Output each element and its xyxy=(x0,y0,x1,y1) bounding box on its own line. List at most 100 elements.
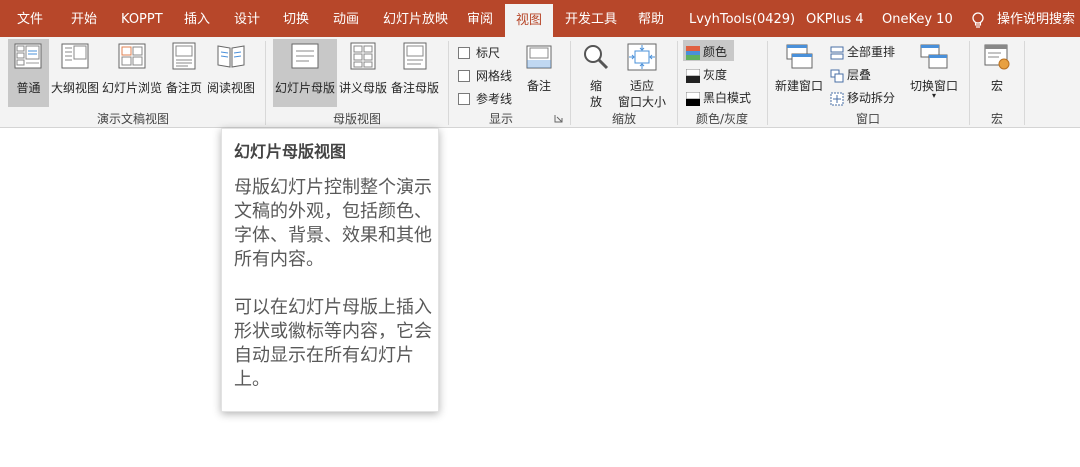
tab-transitions[interactable]: 切换 xyxy=(283,0,309,37)
handout-master-button[interactable]: 讲义母版 xyxy=(338,39,388,107)
gridlines-checkbox-box[interactable] xyxy=(458,70,470,82)
new-window-button[interactable]: 新建窗口 xyxy=(773,39,825,107)
ribbon: 普通 大纲视图 幻灯片浏览 备注页 阅读视图 演示文稿视图 幻灯片母版 讲义母版… xyxy=(0,37,1080,128)
arrange-all-icon xyxy=(830,46,844,60)
group-separator xyxy=(265,41,266,125)
ruler-label: 标尺 xyxy=(476,46,501,60)
tab-view[interactable]: 视图 xyxy=(505,4,554,37)
notes-master-label: 备注母版 xyxy=(390,81,439,95)
ruler-checkbox[interactable]: 标尺 xyxy=(458,44,500,61)
macros-group-label: 宏 xyxy=(990,112,1003,126)
macros-label: 宏 xyxy=(990,79,1003,93)
new-window-label: 新建窗口 xyxy=(774,79,823,93)
notes-master-button[interactable]: 备注母版 xyxy=(389,39,441,107)
fit-label-line1: 适应 xyxy=(629,79,654,93)
slide-master-icon xyxy=(291,43,319,69)
grayscale-option-label: 灰度 xyxy=(703,68,728,82)
notes-page-icon xyxy=(172,42,196,70)
outline-view-button[interactable]: 大纲视图 xyxy=(50,39,100,107)
normal-view-icon xyxy=(14,43,42,69)
tab-design[interactable]: 设计 xyxy=(234,0,260,37)
zoom-label-line2: 放 xyxy=(589,95,602,109)
master-views-group-label: 母版视图 xyxy=(332,112,381,126)
fit-to-window-icon xyxy=(627,43,657,71)
guides-label: 参考线 xyxy=(476,92,513,106)
notes-icon xyxy=(526,45,552,69)
slide-master-tooltip: 幻灯片母版视图 母版幻灯片控制整个演示文稿的外观，包括颜色、字体、背景、效果和其… xyxy=(221,128,439,412)
reading-view-button[interactable]: 阅读视图 xyxy=(205,39,257,107)
group-separator xyxy=(1024,41,1025,125)
ribbon-tab-bar: 文件 开始 KOPPT 插入 设计 切换 动画 幻灯片放映 审阅 视图 开发工具… xyxy=(0,0,1080,37)
notes-master-icon xyxy=(403,42,427,70)
zoom-button[interactable]: 缩 放 xyxy=(578,39,614,109)
tab-animations[interactable]: 动画 xyxy=(333,0,359,37)
slide-sorter-button[interactable]: 幻灯片浏览 xyxy=(101,39,163,107)
reading-view-icon xyxy=(217,45,245,68)
window-group-label: 窗口 xyxy=(855,112,880,126)
normal-view-button[interactable]: 普通 xyxy=(8,39,49,107)
gridlines-checkbox[interactable]: 网格线 xyxy=(458,67,512,84)
guides-checkbox-box[interactable] xyxy=(458,93,470,105)
guides-checkbox[interactable]: 参考线 xyxy=(458,90,512,107)
notes-button[interactable]: 备注 xyxy=(522,39,556,107)
slide-master-label: 幻灯片母版 xyxy=(274,81,335,95)
dialog-launcher-icon[interactable] xyxy=(554,114,563,123)
tab-koppt[interactable]: KOPPT xyxy=(121,0,163,37)
group-separator xyxy=(767,41,768,125)
zoom-group-label: 缩放 xyxy=(611,112,636,126)
black-white-swatch-icon xyxy=(685,91,701,106)
switch-windows-icon xyxy=(920,44,948,69)
switch-windows-button[interactable]: 切换窗口 ▾ xyxy=(906,39,962,107)
cascade-button[interactable]: 层叠 xyxy=(830,66,871,83)
move-split-button[interactable]: 移动拆分 xyxy=(830,89,895,106)
outline-view-label: 大纲视图 xyxy=(50,81,99,95)
black-white-option-label: 黑白模式 xyxy=(703,91,752,105)
lightbulb-icon[interactable] xyxy=(970,11,986,29)
tab-review[interactable]: 审阅 xyxy=(467,0,493,37)
handout-master-icon xyxy=(350,42,376,70)
ruler-checkbox-box[interactable] xyxy=(458,47,470,59)
grayscale-option-button[interactable]: 灰度 xyxy=(685,66,728,83)
notes-page-label: 备注页 xyxy=(165,81,202,95)
zoom-label-line1: 缩 xyxy=(589,79,602,93)
outline-view-icon xyxy=(61,43,89,69)
color-group-label: 颜色/灰度 xyxy=(695,112,749,126)
tab-help[interactable]: 帮助 xyxy=(638,0,664,37)
tab-file[interactable]: 文件 xyxy=(17,0,43,37)
tab-lvyhtools[interactable]: LvyhTools(0429) xyxy=(689,0,795,37)
slide-master-button[interactable]: 幻灯片母版 xyxy=(273,39,337,107)
color-option-button[interactable]: 颜色 xyxy=(683,40,734,61)
arrange-all-label: 全部重排 xyxy=(847,45,896,59)
handout-master-label: 讲义母版 xyxy=(338,81,387,95)
reading-view-label: 阅读视图 xyxy=(206,81,255,95)
grayscale-swatch-icon xyxy=(685,68,701,83)
arrange-all-button[interactable]: 全部重排 xyxy=(830,43,895,60)
macros-button[interactable]: 宏 xyxy=(977,39,1017,107)
tab-slideshow[interactable]: 幻灯片放映 xyxy=(383,0,448,37)
presentation-views-group-label: 演示文稿视图 xyxy=(96,112,169,126)
tooltip-paragraph-2: 可以在幻灯片母版上插入形状或徽标等内容，它会自动显示在所有幻灯片上。 xyxy=(234,297,432,390)
show-group-label: 显示 xyxy=(488,112,513,126)
tab-onekey[interactable]: OneKey 10 xyxy=(882,0,953,37)
group-separator xyxy=(969,41,970,125)
magnifier-icon xyxy=(584,45,609,70)
color-swatch-icon xyxy=(686,46,700,60)
move-split-label: 移动拆分 xyxy=(847,91,896,105)
notes-page-button[interactable]: 备注页 xyxy=(164,39,204,107)
color-option-label: 颜色 xyxy=(703,45,728,59)
cascade-label: 层叠 xyxy=(847,68,872,82)
move-split-icon xyxy=(830,92,844,106)
fit-to-window-button[interactable]: 适应 窗口大小 xyxy=(615,39,669,109)
tab-okplus[interactable]: OKPlus 4 xyxy=(806,0,864,37)
notes-label: 备注 xyxy=(526,79,551,93)
slide-sorter-icon xyxy=(118,43,146,69)
tell-me-search[interactable]: 操作说明搜索 xyxy=(997,0,1075,37)
group-separator xyxy=(677,41,678,125)
tab-developer[interactable]: 开发工具 xyxy=(565,0,617,37)
tab-home[interactable]: 开始 xyxy=(71,0,97,37)
tooltip-title: 幻灯片母版视图 xyxy=(234,142,347,161)
tab-insert[interactable]: 插入 xyxy=(184,0,210,37)
normal-view-label: 普通 xyxy=(16,81,41,95)
black-white-option-button[interactable]: 黑白模式 xyxy=(685,89,752,106)
tooltip-paragraph-1: 母版幻灯片控制整个演示文稿的外观，包括颜色、字体、背景、效果和其他所有内容。 xyxy=(234,177,432,270)
